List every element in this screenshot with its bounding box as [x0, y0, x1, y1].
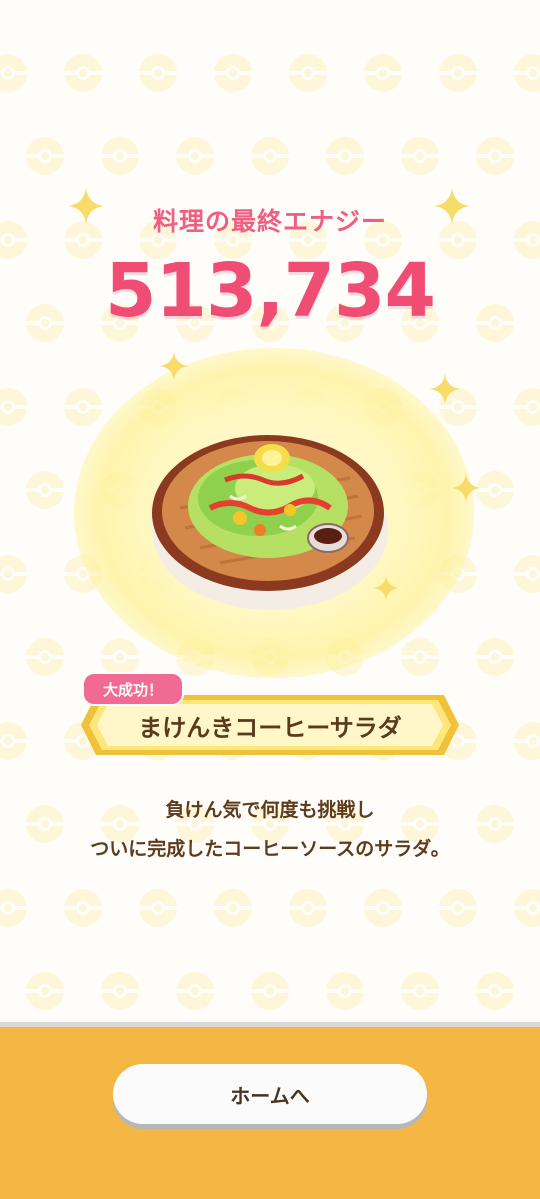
sparkle-icon: [68, 188, 104, 224]
salad-dish-image: [152, 435, 388, 610]
sparkle-icon: [451, 473, 481, 503]
dish-description-line1: 負けん気で何度も挑戦し: [165, 799, 375, 821]
great-success-badge: 大成功！: [82, 672, 184, 706]
dish-description-line2: ついに完成したコーヒーソースのサラダ。: [90, 838, 450, 860]
final-energy-value: 513,734: [104, 248, 436, 334]
sparkle-icon: [434, 188, 470, 224]
sparkle-icon: [373, 575, 399, 601]
sparkle-icon: [159, 351, 189, 381]
home-button[interactable]: ホームへ: [113, 1064, 427, 1124]
sparkle-icon: [429, 373, 461, 405]
